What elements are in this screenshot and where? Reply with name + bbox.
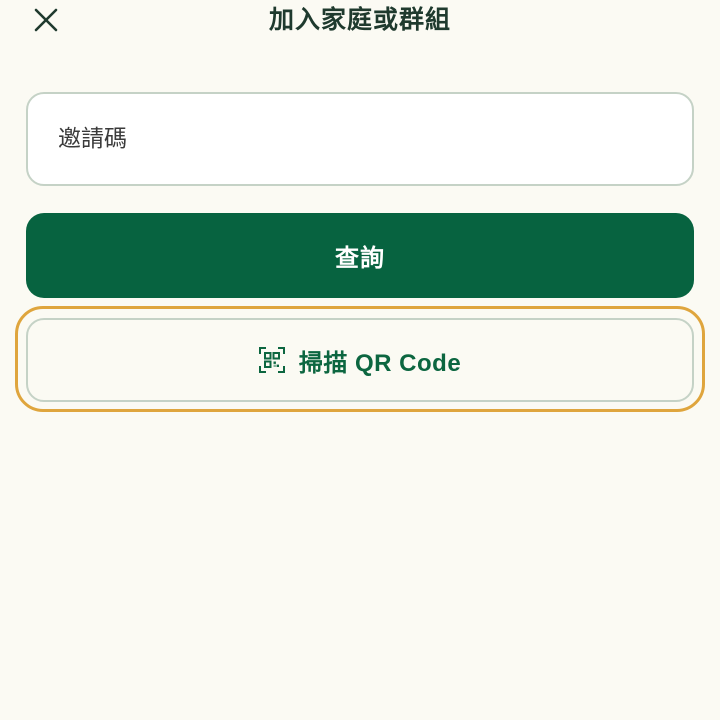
join-family-screen: 加入家庭或群組 查詢 掃描 QR Code [0,0,720,720]
scan-qr-code-label: 掃描 QR Code [298,349,462,377]
qr-code-scan-icon [258,347,285,373]
query-button-label: 查詢 [335,245,385,272]
query-button[interactable]: 查詢 [26,213,694,298]
page-title: 加入家庭或群組 [268,5,451,34]
scan-qr-code-button[interactable]: 掃描 QR Code [26,318,694,402]
invite-code-input[interactable] [26,92,694,186]
